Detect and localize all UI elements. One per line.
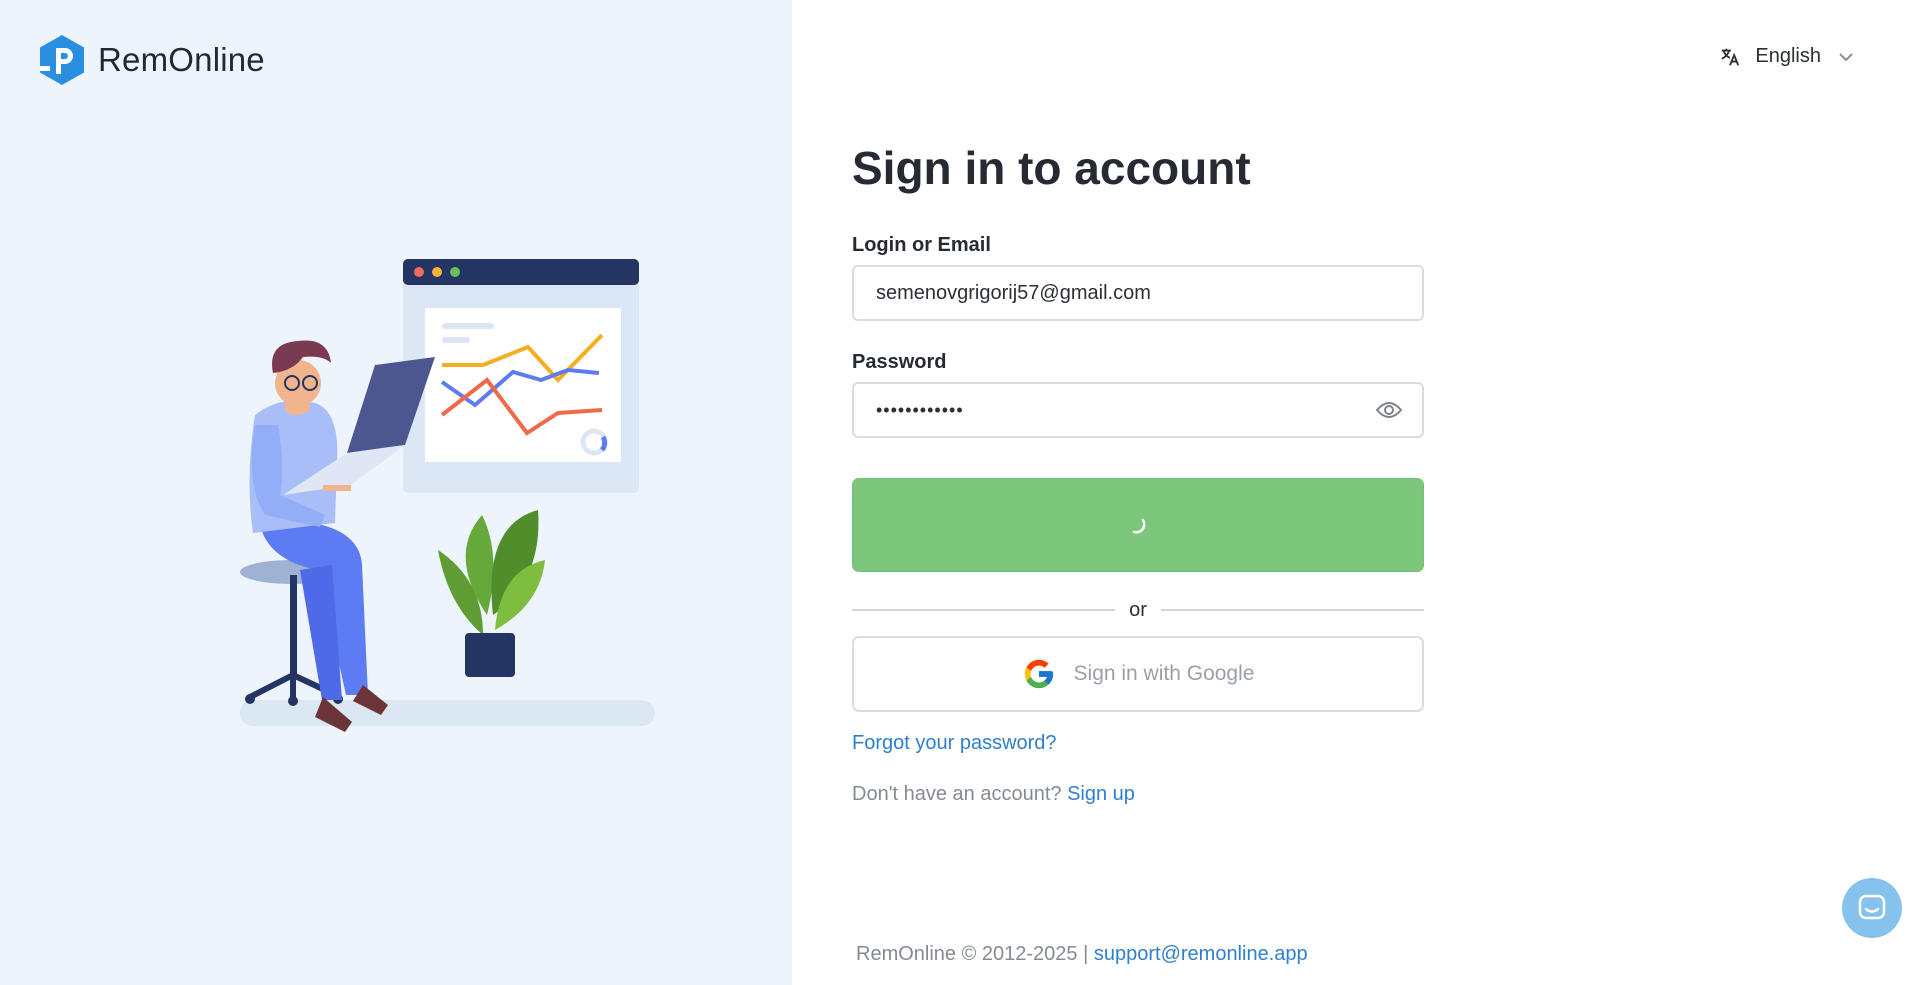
google-sign-in-button[interactable]: Sign in with Google: [852, 636, 1424, 712]
forgot-password-link[interactable]: Forgot your password?: [852, 732, 1424, 755]
password-value: ••••••••••••: [876, 399, 964, 420]
language-label: English: [1755, 45, 1821, 67]
login-email-value: semenovgrigorij57@gmail.com: [876, 281, 1151, 304]
language-selector[interactable]: English: [1719, 45, 1855, 68]
remonline-logo-icon: [40, 35, 84, 85]
right-panel: English Sign in to account Login or Emai…: [792, 0, 1925, 985]
translate-icon: [1721, 48, 1740, 66]
divider-text: or: [1129, 598, 1147, 621]
google-g-icon: [1024, 659, 1053, 689]
no-account-text: Don't have an account?: [852, 783, 1062, 805]
google-button-label: Sign in with Google: [1073, 662, 1255, 685]
sign-in-button[interactable]: [852, 478, 1424, 572]
sign-in-form: Sign in to account Login or Email semeno…: [852, 138, 1425, 806]
signup-row: Don't have an account? Sign up: [852, 783, 1424, 806]
password-input[interactable]: ••••••••••••: [852, 382, 1424, 438]
support-email-link[interactable]: support@remonline.app: [1094, 943, 1308, 965]
divider-line: [852, 609, 1116, 611]
login-label: Login or Email: [852, 234, 991, 256]
divider-line: [1160, 609, 1425, 611]
footer: RemOnline © 2012-2025 | support@remonlin…: [856, 943, 1308, 966]
left-panel: RemOnline: [0, 0, 792, 985]
spinner-icon: [1132, 518, 1146, 534]
or-divider: or: [852, 596, 1425, 624]
page-title: Sign in to account: [852, 142, 1251, 194]
sign-up-link[interactable]: Sign up: [1067, 783, 1135, 805]
logo[interactable]: RemOnline: [38, 34, 265, 86]
chat-icon: [1858, 894, 1886, 920]
eye-icon[interactable]: [1376, 399, 1402, 421]
brand-name: RemOnline: [98, 41, 265, 78]
password-label: Password: [852, 351, 947, 373]
chat-button[interactable]: [1842, 878, 1902, 938]
chevron-down-icon: [1839, 52, 1853, 61]
copyright-text: RemOnline © 2012-2025 |: [856, 943, 1089, 965]
person-with-laptop-illustration: [240, 259, 655, 732]
login-email-input[interactable]: semenovgrigorij57@gmail.com: [852, 265, 1424, 321]
